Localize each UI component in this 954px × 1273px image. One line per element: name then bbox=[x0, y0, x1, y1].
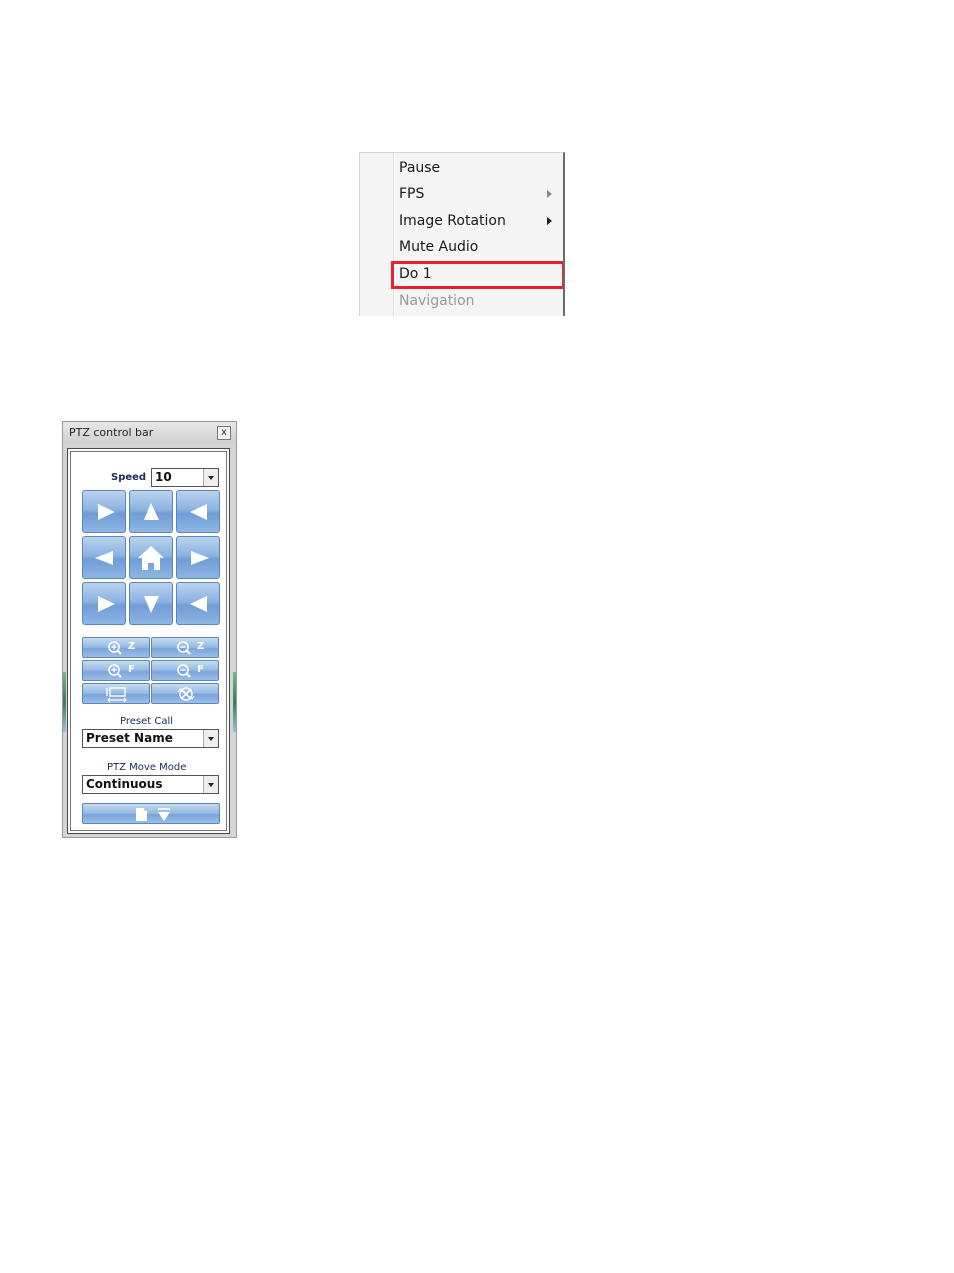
move-mode-select[interactable]: Continuous bbox=[82, 775, 219, 794]
speed-label: Speed bbox=[111, 472, 147, 483]
pan-up-left-button[interactable] bbox=[82, 490, 126, 533]
expand-panel-button[interactable] bbox=[82, 803, 220, 824]
pan-right-button[interactable] bbox=[176, 536, 220, 579]
menu-item-pause[interactable]: Pause bbox=[360, 155, 563, 181]
preset-value: Preset Name bbox=[86, 731, 173, 745]
arrow-down-left-icon bbox=[98, 596, 115, 612]
preset-select[interactable]: Preset Name bbox=[82, 729, 219, 748]
arrow-down-right-icon bbox=[190, 596, 207, 612]
move-mode-label: PTZ Move Mode bbox=[107, 762, 187, 773]
menu-item-label: Do 1 bbox=[399, 266, 432, 282]
menu-item-label: Mute Audio bbox=[399, 239, 479, 255]
focus-out-icon bbox=[177, 664, 191, 678]
menu-item-image-rotation[interactable]: Image Rotation bbox=[360, 208, 563, 234]
ptz-title: PTZ control bar bbox=[69, 426, 154, 439]
dropdown-arrow-icon[interactable] bbox=[203, 776, 218, 793]
context-menu: Pause FPS Image Rotation Mute Audio Do 1… bbox=[359, 152, 565, 316]
pan-down-left-button[interactable] bbox=[82, 582, 126, 625]
dropdown-arrow-icon[interactable] bbox=[203, 730, 218, 747]
ptz-title-bar[interactable]: PTZ control bar x bbox=[63, 422, 236, 444]
zoom-letter: Z bbox=[197, 641, 205, 652]
ptz-control-bar: PTZ control bar x Speed 10 Z Z F F Prese… bbox=[62, 421, 237, 838]
speed-select[interactable]: 10 bbox=[151, 468, 219, 487]
tilt-down-button[interactable] bbox=[129, 582, 173, 625]
focus-letter: F bbox=[197, 664, 204, 675]
focus-near-button[interactable]: F bbox=[82, 660, 150, 681]
side-decoration bbox=[63, 672, 66, 732]
focus-far-button[interactable]: F bbox=[151, 660, 219, 681]
zoom-in-button[interactable]: Z bbox=[82, 637, 150, 658]
home-button[interactable] bbox=[129, 536, 173, 579]
speed-value: 10 bbox=[155, 470, 172, 484]
pan-up-right-button[interactable] bbox=[176, 490, 220, 533]
zoom-in-icon bbox=[108, 641, 122, 655]
auto-pan-button[interactable] bbox=[82, 683, 150, 704]
arrow-right-icon bbox=[191, 551, 209, 565]
preset-call-label: Preset Call bbox=[120, 716, 174, 727]
zoom-out-button[interactable]: Z bbox=[151, 637, 219, 658]
arrow-up-icon bbox=[144, 503, 159, 520]
arrow-up-right-icon bbox=[190, 504, 207, 520]
focus-in-icon bbox=[108, 664, 122, 678]
menu-item-label: FPS bbox=[399, 186, 425, 202]
menu-item-label: Navigation bbox=[399, 293, 475, 309]
menu-item-mute-audio[interactable]: Mute Audio bbox=[360, 234, 563, 260]
arrow-up-left-icon bbox=[98, 504, 115, 520]
focus-letter: F bbox=[128, 664, 135, 675]
close-button[interactable]: x bbox=[217, 426, 231, 440]
pan-left-button[interactable] bbox=[82, 536, 126, 579]
menu-item-label: Image Rotation bbox=[399, 213, 506, 229]
ptz-panel-inner: Speed 10 Z Z F F Preset Call Preset Name… bbox=[70, 451, 227, 831]
pan-down-right-button[interactable] bbox=[176, 582, 220, 625]
menu-item-fps[interactable]: FPS bbox=[360, 181, 563, 207]
submenu-arrow-icon bbox=[547, 217, 552, 225]
menu-item-label: Pause bbox=[399, 160, 441, 176]
zoom-letter: Z bbox=[128, 641, 136, 652]
arrow-down-icon bbox=[144, 596, 159, 613]
move-mode-value: Continuous bbox=[86, 777, 163, 791]
home-icon bbox=[138, 546, 164, 570]
stop-button[interactable] bbox=[151, 683, 219, 704]
ptz-panel: Speed 10 Z Z F F Preset Call Preset Name… bbox=[67, 448, 230, 834]
dropdown-arrow-icon[interactable] bbox=[203, 469, 218, 486]
submenu-arrow-icon bbox=[547, 190, 552, 198]
side-decoration bbox=[233, 672, 236, 732]
zoom-out-icon bbox=[177, 641, 191, 655]
stop-rotation-icon bbox=[177, 687, 195, 701]
camera-pan-icon bbox=[106, 687, 127, 703]
arrow-left-icon bbox=[95, 551, 113, 565]
tilt-up-button[interactable] bbox=[129, 490, 173, 533]
menu-item-navigation: Navigation bbox=[360, 288, 563, 314]
menu-item-do-1[interactable]: Do 1 bbox=[360, 261, 563, 287]
document-expand-icon bbox=[136, 808, 170, 821]
